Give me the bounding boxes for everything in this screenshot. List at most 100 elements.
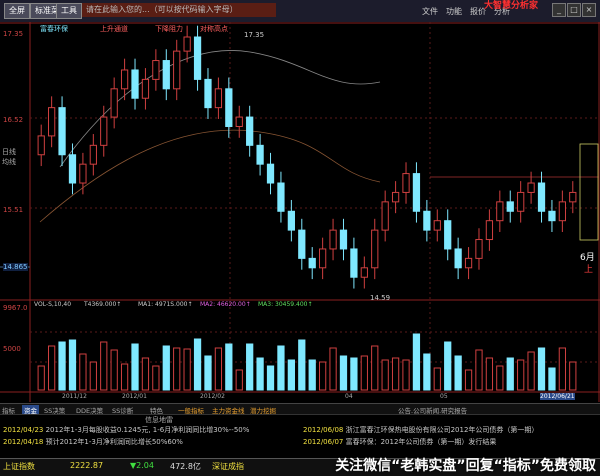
candle-body [444,220,452,250]
side-label-ma[interactable]: 均线 [2,157,16,167]
candle-body [433,220,441,231]
news-text: 富春环保：2012年公司债券（第一期）发行结果 [345,438,497,446]
price-tick-low: 15.51 [3,206,24,214]
current-price: 14.865 [3,263,28,271]
candle-body [391,191,400,203]
menu-file[interactable]: 文件 [422,6,438,17]
volume-bar [371,345,379,391]
candle-body [141,78,150,99]
volume-bar [558,347,566,391]
volume-bar [58,341,66,391]
vol-legend-2: MA1: 4971S.000↑ [138,301,193,308]
menu-bar: 全屏 标准菜单 工具 请在此输入您的...（可以按代码输入字母） 文件 功能 报… [0,0,600,23]
volume-bar [68,339,77,391]
side-label-daily[interactable]: 日线 [2,147,16,157]
volume-bar [496,365,504,391]
vol-legend-1: T4369.000↑ [84,301,122,308]
volume-bar [204,355,212,391]
candle-body [464,257,473,269]
volume-bar [308,359,316,391]
volume-bar [339,355,348,391]
index1-name[interactable]: 上证指数 [3,461,35,472]
candle-body [329,229,337,250]
volume-bar [48,345,56,391]
news-text: 2012年1-3月每股收益0.1245元, 1-6月净利润同比增30%--50% [45,426,250,434]
candle-body [162,60,170,90]
candle-body [350,248,358,278]
date-label-2: 2012/02 [200,393,225,400]
tools-button[interactable]: 工具 [56,3,82,19]
news-item-4[interactable]: 2012/06/07 富春环保：2012年公司债券（第一期）发行结果 [303,437,496,447]
index1-value: 2222.87 [70,461,104,470]
candle-body [381,201,389,231]
candle-body [423,210,431,231]
volume-bar [454,355,462,391]
minimize-icon[interactable]: _ [552,3,566,17]
volume-bar [120,363,129,391]
candle-body [496,201,504,222]
volume-bar [517,359,525,391]
volume-bar [391,357,400,391]
candle-body [235,116,243,127]
fullscreen-button[interactable]: 全屏 [4,3,30,19]
menu-function[interactable]: 功能 [446,6,462,17]
volume-bar [79,353,87,391]
volume-bar [37,365,45,391]
candle-body [287,210,295,231]
maximize-icon[interactable]: □ [567,3,581,17]
search-input[interactable]: 请在此输入您的...（可以按代码输入字母） [82,3,276,17]
news-header: 信息地雷 [145,416,173,424]
candle-body [152,60,160,80]
news-item-1[interactable]: 2012/04/23 2012年1-3月每股收益0.1245元, 1-6月净利润… [3,425,249,435]
volume-bar [402,359,410,391]
date-label-4: 05 [440,393,448,400]
candle-body [298,229,306,259]
candle-body [537,182,546,212]
vol-tick-mid: 5000 [3,345,21,353]
candle-body [110,88,118,118]
right-sub-label: 上 [584,265,594,275]
volume-bar [350,357,358,391]
date-label-1: 2012/01 [122,393,147,400]
volume-bar [485,357,494,391]
date-label-0: 2011/12 [62,393,87,400]
volume-bar [193,338,202,391]
index2-name[interactable]: 深证成指 [212,461,244,472]
vol-legend-4: MA3: 30459.400↑ [258,301,313,308]
volume-bar [381,359,389,391]
candle-body [339,229,348,250]
kline-chart[interactable] [0,22,600,402]
brand-logo: 大智慧分析家 [484,1,539,11]
price-tick-high: 17.35 [3,30,24,38]
volume-bar [183,348,191,391]
candle-body [89,144,97,165]
volume-bar [266,365,275,391]
volume-bar [89,361,97,391]
news-item-3[interactable]: 2012/06/08 浙江富春江环保热电股份有限公司2012年公司债券（第一期） [303,425,538,435]
candle-body [68,154,77,184]
date-label-3: 04 [345,393,353,400]
news-date: 2012/06/08 [303,426,344,434]
volume-bar [162,345,170,391]
volume-bar [537,347,546,391]
volume-bar [569,361,577,391]
candle-body [183,36,191,52]
market-amount: 472.8亿 [170,462,201,471]
candle-body [360,267,368,278]
volume-bar [548,367,556,391]
volume-bar [298,339,306,391]
news-item-2[interactable]: 2012/04/18 预计2012年1-3月净利润同比增长50%60% [3,437,183,447]
news-date: 2012/06/07 [303,438,344,446]
candle-body [37,135,45,156]
candle-body [131,69,139,99]
candle-body [506,201,514,212]
candle-body [204,78,212,109]
legend-down: 下降阻力 [155,25,183,33]
candle-body [402,173,410,193]
volume-bar [256,357,264,391]
close-icon[interactable]: × [582,3,596,17]
candle-body [58,107,66,156]
volume-bar [527,351,535,391]
candle-body [266,163,275,184]
candle-body [485,220,494,241]
